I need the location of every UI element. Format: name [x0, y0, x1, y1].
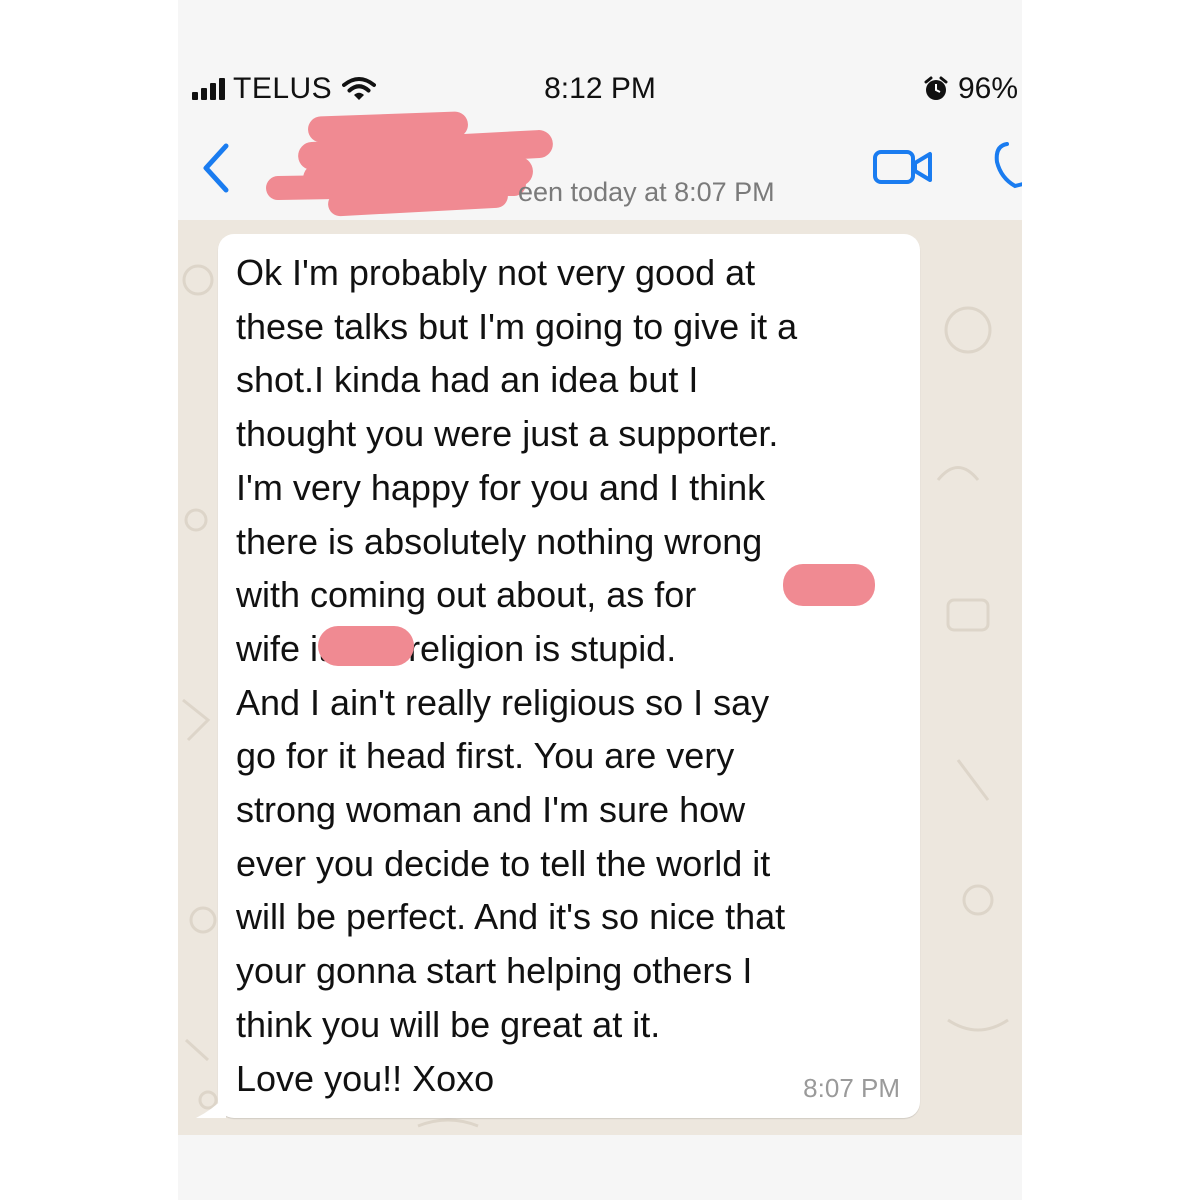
message-timestamp: 8:07 PM	[803, 1073, 900, 1103]
status-right: 96%	[924, 72, 1018, 106]
chat-header: een today at 8:07 PM	[178, 111, 1022, 221]
redacted-name	[318, 626, 414, 666]
status-bar: TELUS 8:12 PM 96%	[178, 52, 1022, 122]
bubble-tail	[196, 1096, 226, 1118]
last-seen-status: een today at 8:07 PM	[518, 177, 775, 207]
video-call-icon[interactable]	[872, 146, 936, 190]
redacted-name	[783, 564, 875, 606]
clock: 8:12 PM	[544, 72, 656, 105]
chat-area[interactable]: Ok I'm probably not very good at these t…	[178, 220, 1022, 1135]
battery-percent: 96%	[957, 72, 1018, 105]
phone-call-icon[interactable]	[993, 140, 1022, 190]
back-chevron-icon[interactable]	[196, 140, 236, 200]
bottom-bar	[178, 1135, 1022, 1200]
alarm-icon	[924, 76, 948, 100]
incoming-message-bubble[interactable]: Ok I'm probably not very good at these t…	[196, 234, 920, 1118]
message-text: Ok I'm probably not very good at these t…	[236, 252, 798, 1099]
phone-screen: TELUS 8:12 PM 96% een today at 8:07 PM O…	[178, 0, 1022, 1200]
